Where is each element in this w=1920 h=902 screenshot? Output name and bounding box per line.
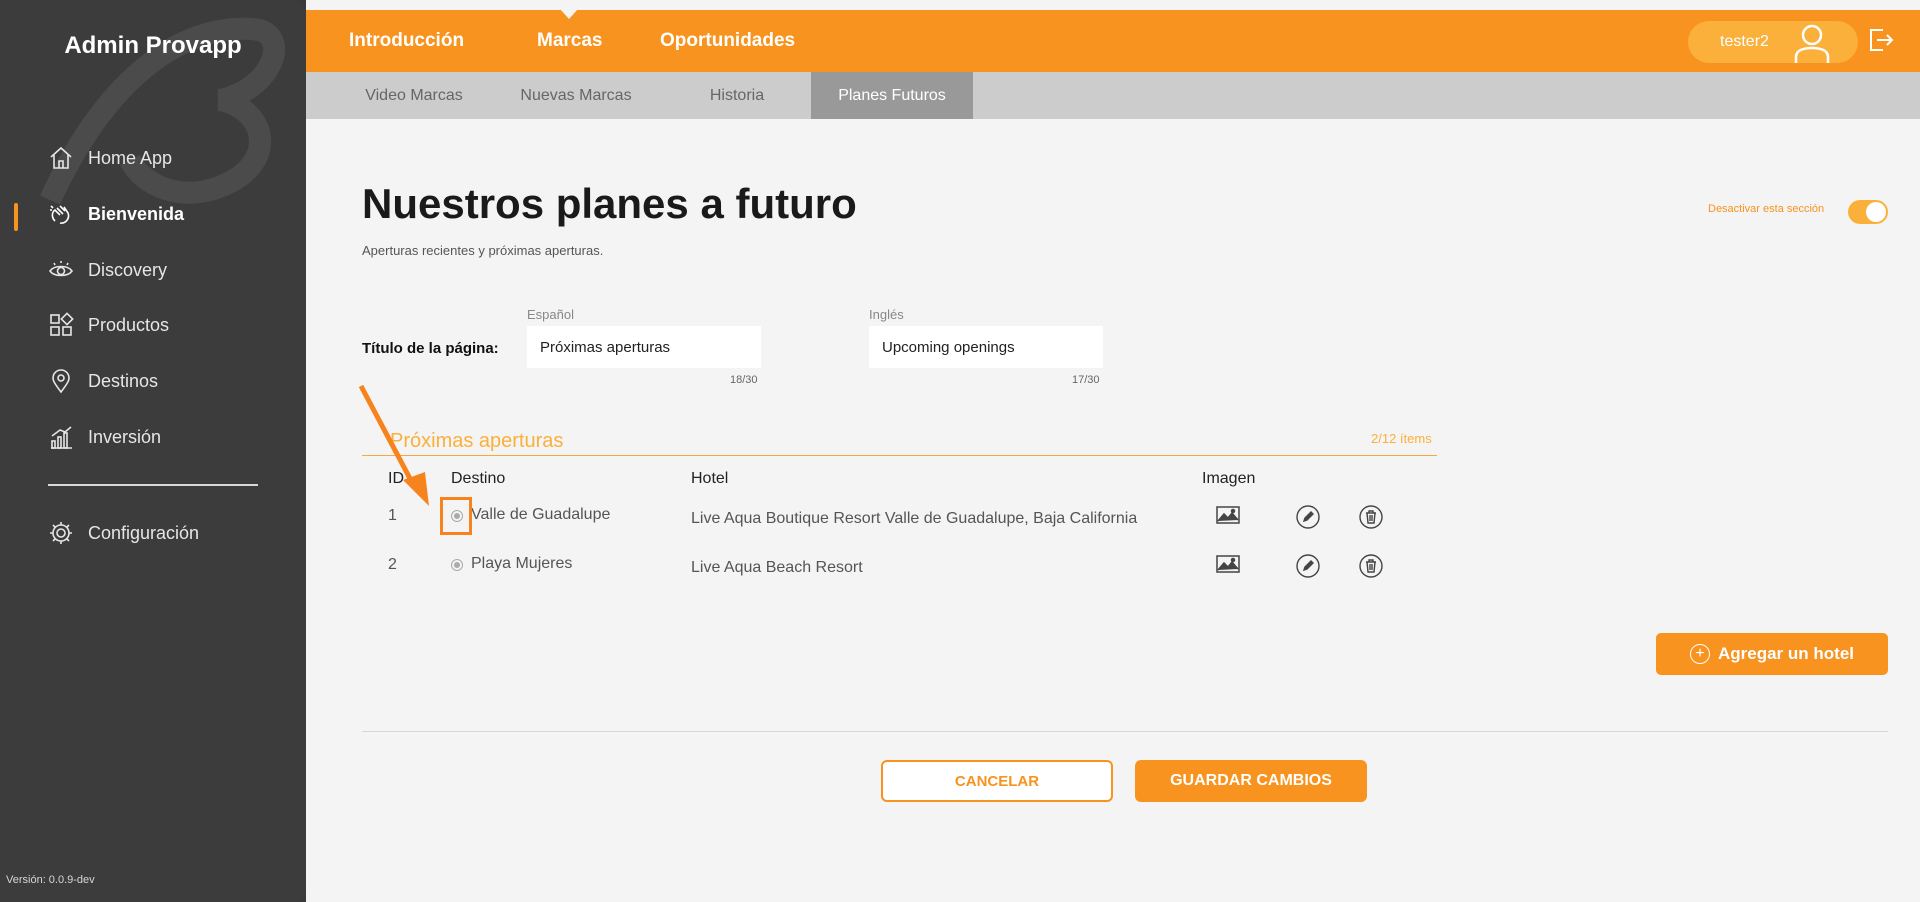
grid-icon [48, 312, 74, 338]
chart-bars-icon [48, 424, 74, 450]
column-header-hotel: Hotel [691, 470, 729, 487]
sidebar-item-home-app[interactable]: Home App [48, 141, 172, 175]
user-name: tester2 [1720, 33, 1769, 50]
section-item-count: 2/12 ítems [1371, 431, 1432, 446]
app-brand: Admin Provapp [64, 32, 242, 59]
sidebar-item-destinos[interactable]: Destinos [48, 364, 158, 398]
page-title-field-label: Título de la página: [362, 340, 499, 357]
tab-introduccion[interactable]: Introducción [349, 10, 464, 72]
sidebar-divider [48, 484, 258, 486]
app-version: Versión: 0.0.9-dev [6, 874, 95, 886]
sidebar-item-discovery[interactable]: Discovery [48, 253, 167, 287]
delete-icon[interactable] [1359, 554, 1383, 578]
edit-icon[interactable] [1296, 554, 1320, 578]
tab-oportunidades[interactable]: Oportunidades [660, 10, 795, 72]
main-content: Introducción Marcas Oportunidades tester… [306, 0, 1920, 902]
column-header-imagen: Imagen [1202, 470, 1256, 487]
add-hotel-button[interactable]: + Agregar un hotel [1656, 633, 1888, 675]
row-hotel: Live Aqua Beach Resort [691, 559, 863, 576]
sidebar-item-configuracion[interactable]: Configuración [48, 516, 199, 550]
section-toggle[interactable] [1848, 200, 1888, 224]
sidebar-item-label: Discovery [88, 259, 168, 280]
sidebar-item-label: Destinos [88, 370, 159, 391]
char-counter-en: 17/30 [1072, 374, 1100, 386]
subtab-video-marcas[interactable]: Video Marcas [345, 72, 483, 119]
row-destino: Valle de Guadalupe [471, 506, 611, 523]
user-menu[interactable]: tester2 [1688, 21, 1858, 63]
subtab-planes-futuros[interactable]: Planes Futuros [811, 72, 973, 119]
lang-label-en: Inglés [869, 307, 904, 322]
gear-icon [48, 520, 74, 546]
sidebar-item-productos[interactable]: Productos [48, 308, 169, 342]
sidebar: Admin Provapp Home App Bienvenida Discov… [0, 0, 306, 902]
sidebar-item-label: Productos [88, 314, 170, 335]
image-icon[interactable] [1216, 555, 1240, 573]
image-icon[interactable] [1216, 506, 1240, 524]
sidebar-item-label: Home App [88, 147, 173, 168]
footer-divider [362, 731, 1888, 732]
column-header-destino: Destino [451, 470, 506, 487]
cancel-button[interactable]: CANCELAR [881, 760, 1113, 802]
add-hotel-label: Agregar un hotel [1717, 644, 1854, 663]
active-tab-caret [560, 9, 578, 19]
page-title: Nuestros planes a futuro [362, 180, 857, 227]
lang-label-es: Español [527, 307, 574, 322]
user-avatar-icon [1794, 24, 1830, 63]
sidebar-item-label: Bienvenida [88, 203, 185, 224]
section-toggle-label: Desactivar esta sección [1708, 203, 1825, 215]
row-radio[interactable] [451, 559, 463, 571]
subtab-nuevas-marcas[interactable]: Nuevas Marcas [500, 72, 652, 119]
eye-icon [48, 257, 74, 283]
sub-navigation: Video Marcas Nuevas Marcas Historia Plan… [306, 72, 1920, 119]
title-input-es[interactable] [527, 326, 761, 368]
tab-marcas[interactable]: Marcas [537, 10, 603, 72]
row-id: 2 [388, 556, 397, 573]
sidebar-item-bienvenida[interactable]: Bienvenida [48, 197, 184, 231]
top-navigation: Introducción Marcas Oportunidades tester… [306, 9, 1920, 72]
sidebar-item-label: Configuración [88, 522, 200, 543]
sidebar-item-inversion[interactable]: Inversión [48, 420, 161, 454]
edit-icon[interactable] [1296, 505, 1320, 529]
location-pin-icon [48, 368, 74, 394]
annotation-arrow-icon [358, 384, 429, 506]
section-divider [362, 455, 1437, 456]
sidebar-item-label: Inversión [88, 426, 162, 447]
delete-icon[interactable] [1359, 505, 1383, 529]
waving-hand-icon [48, 201, 74, 227]
page-subtitle: Aperturas recientes y próximas aperturas… [362, 243, 604, 258]
title-input-en[interactable] [869, 326, 1103, 368]
home-icon [48, 145, 74, 171]
row-hotel: Live Aqua Boutique Resort Valle de Guada… [691, 510, 1138, 527]
plus-icon: + [1689, 644, 1710, 664]
char-counter-es: 18/30 [730, 374, 758, 386]
logout-icon[interactable] [1866, 26, 1894, 54]
active-nav-marker [14, 203, 18, 231]
row-destino: Playa Mujeres [471, 555, 573, 572]
annotation-highlight-box [440, 497, 472, 535]
toggle-knob [1866, 202, 1886, 222]
subtab-historia[interactable]: Historia [662, 72, 812, 119]
save-button[interactable]: GUARDAR CAMBIOS [1135, 760, 1367, 802]
